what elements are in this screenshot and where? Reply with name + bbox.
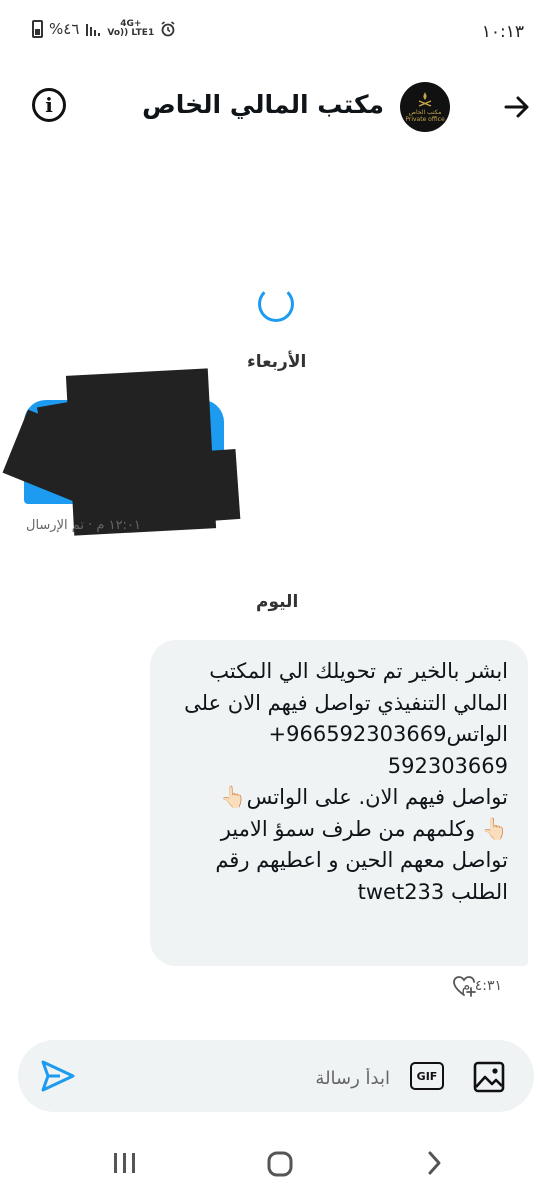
day-separator-wednesday: الأربعاء: [247, 352, 307, 372]
status-time: ١٠:١٣: [481, 22, 524, 42]
status-icons: %٤٦ 4G+ Vo)) LTE1: [32, 20, 176, 38]
message-line: الواتس966592303669+: [268, 722, 509, 746]
send-icon[interactable]: [40, 1058, 76, 1094]
image-icon[interactable]: [472, 1060, 506, 1094]
gif-button[interactable]: GIF: [410, 1062, 444, 1090]
message-input[interactable]: [178, 1062, 392, 1094]
signal-icon: [86, 24, 101, 36]
heart-add-icon[interactable]: [452, 974, 478, 998]
avatar-logo-text: مكتب الخاص Private office: [405, 109, 445, 123]
message-line: الطلب twet233: [357, 879, 508, 904]
home-icon[interactable]: [266, 1150, 294, 1178]
message-line: 👆🏻 وكلمهم من طرف سمؤ الامير: [220, 816, 508, 841]
battery-icon: [32, 20, 43, 38]
nav-back-icon[interactable]: [424, 1150, 444, 1176]
info-icon[interactable]: i: [32, 88, 66, 122]
emblem-icon: [418, 92, 432, 107]
alarm-icon: [161, 21, 175, 37]
loading-spinner: [258, 286, 294, 322]
recents-icon[interactable]: [112, 1150, 138, 1176]
battery-level: %٤٦: [49, 20, 80, 38]
message-line: ابشر بالخير تم تحويلك الي المكتب: [209, 659, 508, 683]
network-lte: Vo)) LTE1: [107, 28, 155, 38]
status-bar: %٤٦ 4G+ Vo)) LTE1 ١٠:١٣: [0, 0, 554, 64]
system-nav-bar: [0, 1130, 554, 1200]
message-line: تواصل فيهم الان. على الواتس👆🏻: [220, 785, 508, 809]
back-arrow-icon[interactable]: [502, 92, 532, 122]
message-text: ابشر بالخير تم تحويلك الي المكتب المالي …: [174, 656, 508, 908]
avatar[interactable]: مكتب الخاص Private office: [400, 82, 450, 132]
message-meta: ١٢:٠١ م · تم الإرسال: [26, 518, 141, 533]
message-line: 592303669: [387, 753, 508, 778]
redaction-block: [147, 449, 241, 525]
day-separator-today: اليوم: [256, 592, 299, 612]
network-icon: 4G+ Vo)) LTE1: [107, 20, 154, 38]
message-line: تواصل معهم الحين و اعطيهم رقم: [215, 848, 508, 872]
conversation-title[interactable]: مكتب المالي الخاص: [142, 90, 384, 119]
conversation-header: i مكتب المالي الخاص مكتب الخاص Private o…: [0, 70, 554, 146]
message-line: المالي التنفيذي تواصل فيهم الان على: [184, 690, 508, 715]
